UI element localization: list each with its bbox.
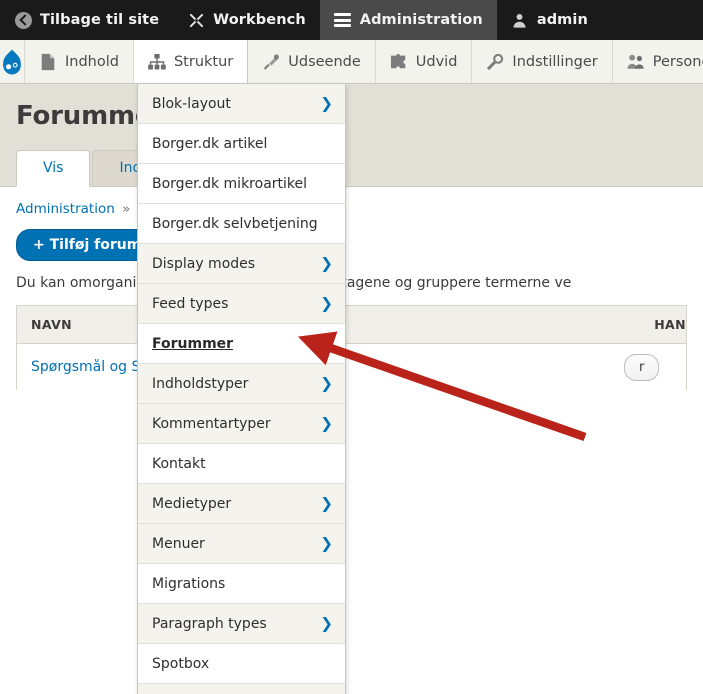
user-icon [511,11,529,29]
menu-item-borger-dk-artikel[interactable]: Borger.dk artikel [138,124,345,164]
chevron-right-icon[interactable]: ❯ [320,416,333,431]
chevron-right-icon[interactable]: ❯ [320,616,333,631]
tray-item-struktur[interactable]: Struktur [134,40,248,83]
chevron-right-icon[interactable]: ❯ [320,376,333,391]
tray-label-personer: Personer [653,54,703,70]
menu-label-display-modes: Display modes [152,256,255,272]
breadcrumb-item-administration[interactable]: Administration [16,201,115,217]
edit-button[interactable]: r [624,354,659,381]
menu-label-blok-layout: Blok-layout [152,96,231,112]
menu-label-borger-dk-mikroartikel: Borger.dk mikroartikel [152,176,307,192]
menu-item-blok-layout[interactable]: Blok-layout ❯ [138,84,345,124]
tray-label-struktur: Struktur [174,54,233,70]
tray-label-indhold: Indhold [65,54,119,70]
menu-label-borger-dk-selvbetjening: Borger.dk selvbetjening [152,216,318,232]
tray-item-personer[interactable]: Personer [613,40,703,83]
menu-item-kontakt[interactable]: Kontakt [138,444,345,484]
screenshot-root: Tilbage til site Workbench Administratio… [0,0,703,694]
menu-label-paragraph-types: Paragraph types [152,616,267,632]
page-header: Forummer [0,84,703,147]
menu-label-medietyper: Medietyper [152,496,231,512]
document-icon [39,53,57,71]
paintbrush-icon [262,53,280,71]
workbench-icon [187,11,205,29]
menu-item-partial[interactable] [138,684,345,694]
page-content: Forummer Vis Indst Administration » Str … [0,84,703,694]
menu-label-migrations: Migrations [152,576,225,592]
menu-label-indholdstyper: Indholdstyper [152,376,248,392]
adminbar-item-back-to-site[interactable]: Tilbage til site [0,0,173,40]
adminbar-label-administration: Administration [360,12,483,28]
sitemap-icon [148,53,166,71]
chevron-right-icon[interactable]: ❯ [320,256,333,271]
menu-item-forummer[interactable]: Forummer [138,324,345,364]
menu-label-menuer: Menuer [152,536,205,552]
breadcrumb: Administration » Str [0,187,703,223]
menu-item-spotbox[interactable]: Spotbox [138,644,345,684]
menu-item-display-modes[interactable]: Display modes ❯ [138,244,345,284]
column-header-actions: HAN [624,317,686,332]
page-help-text: Du kan omorganise… bruge træk-og-slip-hå… [0,269,703,305]
admin-tray-toolbar: Indhold Struktur [0,40,703,84]
menu-item-paragraph-types[interactable]: Paragraph types ❯ [138,604,345,644]
table-header-row: NAVN HAN [17,306,686,344]
adminbar-item-user[interactable]: admin [497,0,602,40]
puzzle-icon [390,53,408,71]
forums-table: NAVN HAN Spørgsmål og Sva r [16,305,687,390]
table-row: Spørgsmål og Sva r [17,344,686,390]
page-tabs: Vis Indst [0,147,703,187]
menu-item-feed-types[interactable]: Feed types ❯ [138,284,345,324]
menu-label-kontakt: Kontakt [152,456,206,472]
back-circle-icon [14,11,32,29]
chevron-right-icon[interactable]: ❯ [320,296,333,311]
menu-label-feed-types: Feed types [152,296,228,312]
wrench-icon [486,53,504,71]
menu-item-kommentartyper[interactable]: Kommentartyper ❯ [138,404,345,444]
chevron-right-icon[interactable]: ❯ [320,96,333,111]
adminbar-item-administration[interactable]: Administration [320,0,497,40]
tray-item-indhold[interactable]: Indhold [25,40,134,83]
menu-item-borger-dk-selvbetjening[interactable]: Borger.dk selvbetjening [138,204,345,244]
adminbar-item-workbench[interactable]: Workbench [173,0,320,40]
tray-item-udseende[interactable]: Udseende [248,40,376,83]
chevron-right-icon[interactable]: ❯ [320,496,333,511]
adminbar-label-user: admin [537,12,588,28]
menu-label-kommentartyper: Kommentartyper [152,416,271,432]
admin-toolbar: Tilbage til site Workbench Administratio… [0,0,703,40]
adminbar-label-back-to-site: Tilbage til site [40,12,159,28]
tray-label-udvid: Udvid [416,54,458,70]
menu-label-forummer: Forummer [152,336,233,352]
menu-item-migrations[interactable]: Migrations [138,564,345,604]
adminbar-label-workbench: Workbench [213,12,306,28]
row-actions-cell: r [624,354,686,381]
menu-label-spotbox: Spotbox [152,656,209,672]
people-icon [627,53,645,71]
struktur-dropdown-menu: Blok-layout ❯ Borger.dk artikel Borger.d… [137,84,346,694]
hamburger-icon [334,11,352,29]
add-forum-wrap: + Tilføj forum [0,223,703,269]
menu-item-borger-dk-mikroartikel[interactable]: Borger.dk mikroartikel [138,164,345,204]
menu-item-medietyper[interactable]: Medietyper ❯ [138,484,345,524]
menu-item-indholdstyper[interactable]: Indholdstyper ❯ [138,364,345,404]
tray-label-udseende: Udseende [288,54,361,70]
tab-vis-label: Vis [43,160,63,176]
breadcrumb-separator: » [119,201,133,217]
tab-vis[interactable]: Vis [16,150,90,187]
tray-item-indstillinger[interactable]: Indstillinger [472,40,612,83]
drupal-droplet-icon[interactable] [0,40,25,83]
menu-label-borger-dk-artikel: Borger.dk artikel [152,136,267,152]
tray-label-indstillinger: Indstillinger [512,54,597,70]
chevron-right-icon[interactable]: ❯ [320,536,333,551]
menu-item-menuer[interactable]: Menuer ❯ [138,524,345,564]
tray-item-udvid[interactable]: Udvid [376,40,473,83]
